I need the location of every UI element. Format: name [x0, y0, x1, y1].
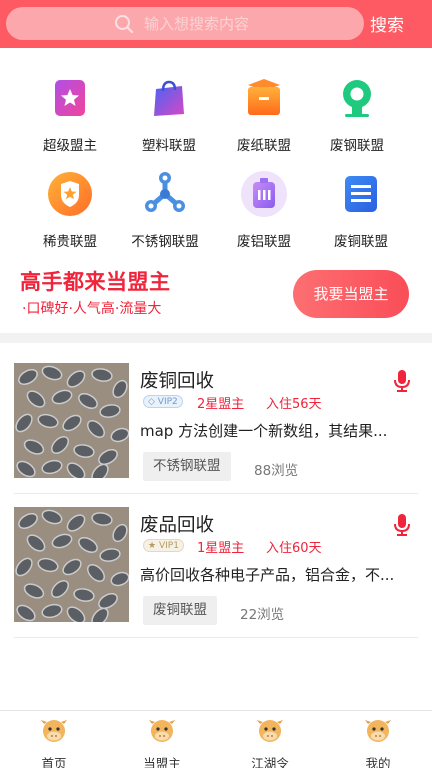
item-separator [14, 493, 418, 494]
tab-become-leader[interactable]: 当盟主 [108, 716, 216, 768]
search-icon [115, 15, 134, 34]
joined-days: 入住56天 [266, 397, 322, 412]
promo-title: 高手都来当盟主 [20, 270, 171, 294]
microphone-icon[interactable] [393, 369, 411, 393]
category-label: 废纸联盟 [237, 138, 291, 154]
fidget-spinner-icon [139, 168, 191, 220]
tab-label: 当盟主 [143, 756, 181, 768]
tab-label: 首页 [41, 756, 67, 768]
shopping-bag-icon [143, 72, 195, 124]
shield-star-icon [44, 168, 96, 220]
microphone-icon[interactable] [393, 513, 411, 537]
category-label: 超级盟主 [43, 138, 97, 154]
vip-badge: ◇ VIP2 [143, 395, 183, 408]
search-input[interactable] [144, 13, 344, 35]
tab-label: 我的 [365, 756, 391, 768]
promo-subtitle: ·口碑好·人气高·流量大 [22, 301, 162, 317]
box-icon [238, 72, 290, 124]
location-pin-icon [331, 72, 383, 124]
item-title: 废品回收 [140, 515, 215, 536]
tab-label: 江湖令 [251, 756, 289, 768]
search-button[interactable]: 搜索 [370, 11, 404, 36]
star-icon: ★ [148, 541, 157, 551]
category-label: 废铝联盟 [237, 234, 291, 250]
diamond-icon: ◇ [148, 397, 155, 407]
vip-badge: ★ VIP1 [143, 539, 184, 552]
category-waste-paper[interactable]: 废纸联盟 [210, 72, 318, 154]
category-plastic[interactable]: 塑料联盟 [115, 72, 223, 154]
section-divider [0, 333, 432, 343]
document-icon [335, 168, 387, 220]
search-bar[interactable] [6, 7, 364, 40]
category-precious[interactable]: 稀贵联盟 [16, 168, 124, 250]
item-separator [14, 637, 418, 638]
star-card-icon [44, 72, 96, 124]
tab-mine[interactable]: 我的 [324, 716, 432, 768]
category-label: 废钢联盟 [330, 138, 384, 154]
category-scrap-copper[interactable]: 废铜联盟 [307, 168, 415, 250]
item-thumbnail [14, 507, 129, 622]
list-item[interactable]: 废铜回收 ◇ VIP2 2星盟主 入住56天 map 方法创建一个新数组，其结果… [0, 363, 432, 503]
category-aluminum[interactable]: 废铝联盟 [210, 168, 318, 250]
item-tag[interactable]: 不锈钢联盟 [143, 452, 231, 481]
tab-jianghu-order[interactable]: 江湖令 [216, 716, 324, 768]
view-count: 88浏览 [254, 463, 299, 479]
item-title: 废铜回收 [140, 371, 215, 392]
joined-days: 入住60天 [266, 541, 322, 556]
category-super-leader[interactable]: 超级盟主 [16, 72, 124, 154]
become-leader-button[interactable]: 我要当盟主 [293, 270, 409, 318]
category-label: 不锈钢联盟 [131, 234, 199, 250]
briefcase-icon [238, 168, 290, 220]
view-count: 22浏览 [240, 607, 285, 623]
category-label: 塑料联盟 [142, 138, 196, 154]
list-item[interactable]: 废品回收 ★ VIP1 1星盟主 入住60天 高价回收各种电子产品，铝合金，不.… [0, 507, 432, 647]
cow-mascot-icon [41, 720, 67, 742]
bottom-tab-bar: 首页 当盟主 江湖令 我的 [0, 710, 432, 768]
tab-home[interactable]: 首页 [0, 716, 108, 768]
category-label: 废铜联盟 [334, 234, 388, 250]
category-scrap-steel[interactable]: 废钢联盟 [303, 72, 411, 154]
cow-mascot-icon [257, 720, 283, 742]
item-description: 高价回收各种电子产品，铝合金，不... [140, 566, 395, 584]
category-label: 稀贵联盟 [43, 234, 97, 250]
leader-rank: 1星盟主 [197, 541, 245, 556]
item-tag[interactable]: 废铜联盟 [143, 596, 217, 625]
cow-mascot-icon [365, 720, 391, 742]
item-description: map 方法创建一个新数组，其结果... [140, 422, 388, 440]
cow-mascot-icon [149, 720, 175, 742]
item-thumbnail [14, 363, 129, 478]
leader-rank: 2星盟主 [197, 397, 245, 412]
category-stainless[interactable]: 不锈钢联盟 [111, 168, 219, 250]
top-bar: 搜索 [0, 0, 432, 48]
